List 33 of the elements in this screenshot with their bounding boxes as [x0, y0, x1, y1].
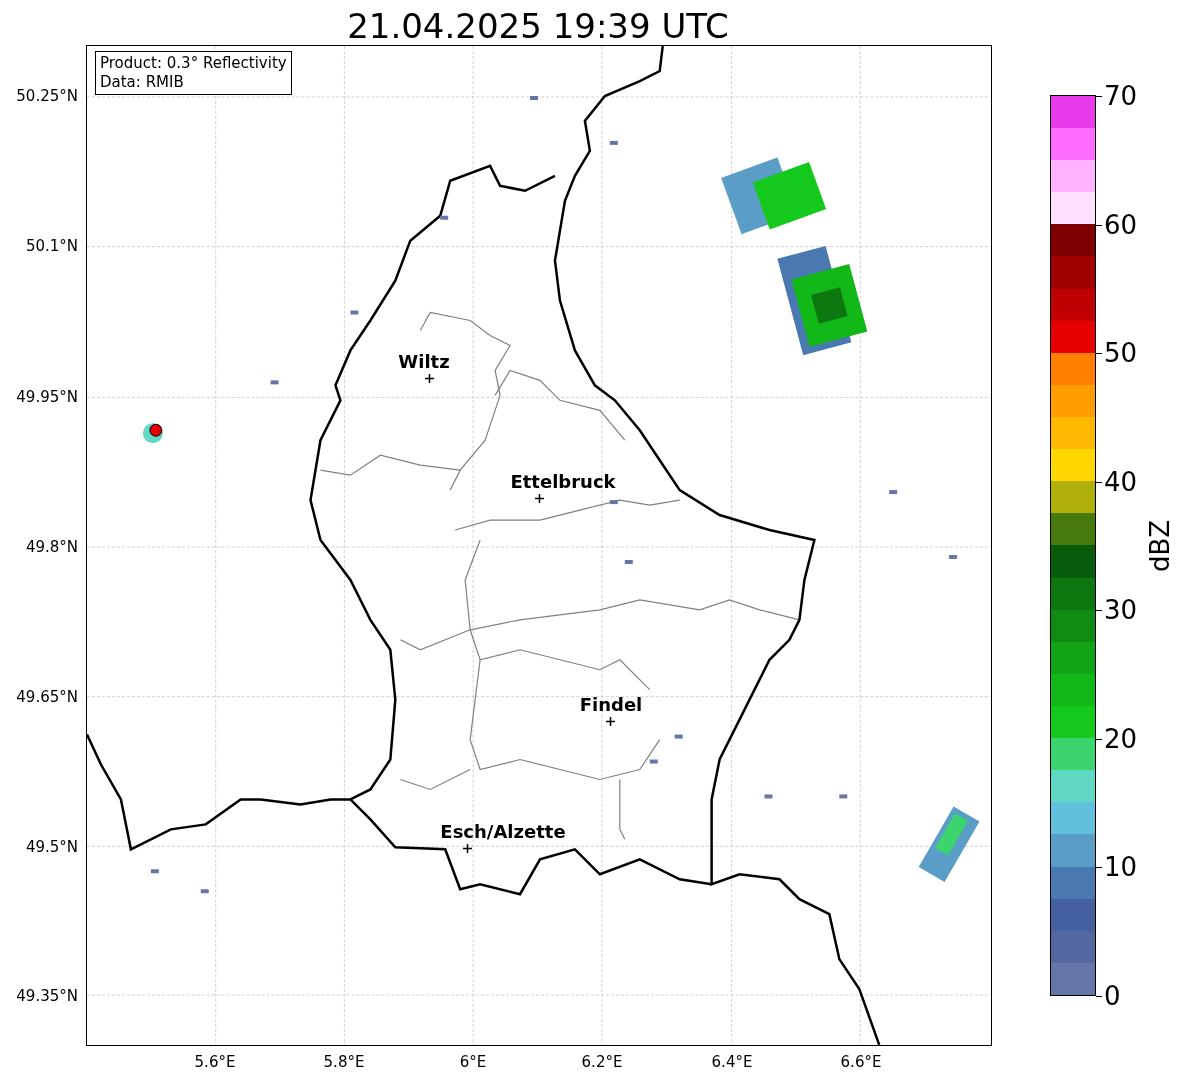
place-label: Esch/Alzette	[440, 823, 566, 841]
axis-label: 6.4°E	[711, 1055, 753, 1070]
axis-label: 49.8°N	[25, 539, 78, 555]
plus-marker-icon	[534, 493, 544, 503]
place-label: Ettelbruck	[510, 473, 616, 491]
tick-label: 50	[1104, 340, 1138, 367]
axis-label: 49.35°N	[16, 988, 78, 1004]
plus-marker-icon	[424, 373, 434, 383]
axis-label: 49.5°N	[25, 839, 78, 855]
tick-label: 60	[1104, 211, 1138, 238]
tick-label: 10	[1104, 854, 1138, 881]
info-text: Data: RMIB	[100, 73, 185, 92]
tick-label: 0	[1104, 983, 1121, 1009]
tick-label: 70	[1104, 83, 1138, 109]
axis-label: 6.2°E	[581, 1055, 623, 1070]
chart-title: 21.04.2025 19:39 UTC	[347, 9, 729, 43]
place-label: Wiltz	[398, 353, 450, 371]
plus-marker-icon	[462, 843, 472, 853]
place-label: Findel	[579, 696, 643, 714]
tick-label: 40	[1104, 468, 1138, 495]
axis-label: 49.95°N	[16, 389, 78, 405]
colorbar-label: dBZ	[1147, 519, 1173, 573]
tick-label: 30	[1104, 597, 1138, 624]
axis-label: 6°E	[459, 1055, 487, 1070]
axis-label: 49.65°N	[16, 689, 78, 705]
plus-marker-icon	[605, 716, 615, 726]
axis-label: 5.8°E	[323, 1055, 365, 1070]
axis-label: 50.25°N	[16, 88, 78, 104]
axis-label: 5.6°E	[194, 1055, 236, 1070]
tick-label: 20	[1104, 725, 1138, 752]
info-text: Product: 0.3° Reflectivity	[100, 54, 287, 73]
axis-label: 6.6°E	[840, 1055, 882, 1070]
axis-label: 50.1°N	[25, 238, 78, 254]
